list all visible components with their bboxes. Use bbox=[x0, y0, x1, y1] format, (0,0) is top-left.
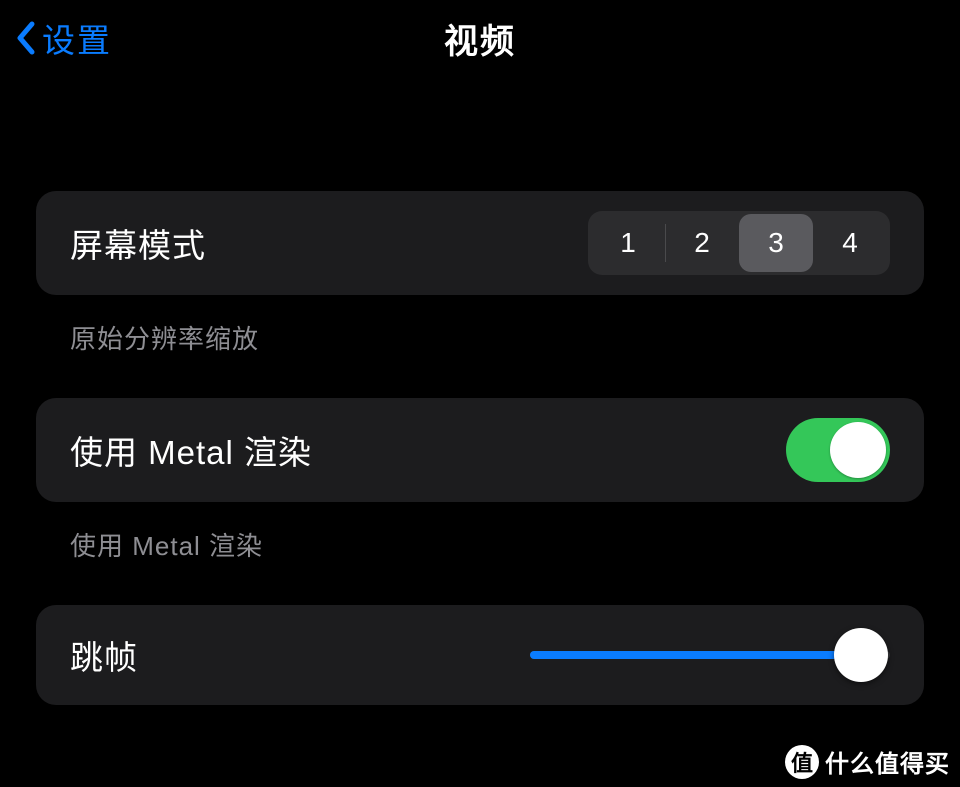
watermark-badge-icon: 值 bbox=[785, 745, 819, 779]
screen-mode-option-4[interactable]: 4 bbox=[813, 214, 887, 272]
watermark-text: 什么值得买 bbox=[825, 744, 950, 779]
screen-mode-option-2[interactable]: 2 bbox=[665, 214, 739, 272]
screen-mode-footnote: 原始分辨率缩放 bbox=[70, 319, 924, 356]
group-frameskip: 跳帧 bbox=[36, 605, 924, 705]
screen-mode-option-1[interactable]: 1 bbox=[591, 214, 665, 272]
row-frameskip: 跳帧 bbox=[36, 605, 924, 705]
row-screen-mode: 屏幕模式 1 2 3 4 bbox=[36, 191, 924, 295]
back-button[interactable]: 设置 bbox=[14, 14, 112, 62]
page-title: 视频 bbox=[444, 14, 516, 63]
frameskip-slider[interactable] bbox=[530, 634, 890, 676]
slider-track-fill bbox=[530, 651, 861, 659]
nav-bar: 设置 视频 bbox=[0, 0, 960, 76]
row-metal: 使用 Metal 渲染 bbox=[36, 398, 924, 502]
slider-thumb[interactable] bbox=[834, 628, 888, 682]
group-metal: 使用 Metal 渲染 使用 Metal 渲染 bbox=[36, 398, 924, 563]
group-screen-mode: 屏幕模式 1 2 3 4 原始分辨率缩放 bbox=[36, 191, 924, 356]
screen-mode-segmented[interactable]: 1 2 3 4 bbox=[588, 211, 890, 275]
toggle-knob bbox=[830, 422, 886, 478]
frameskip-label: 跳帧 bbox=[70, 631, 138, 679]
screen-mode-label: 屏幕模式 bbox=[70, 219, 206, 267]
screen-mode-option-3[interactable]: 3 bbox=[739, 214, 813, 272]
back-label: 设置 bbox=[42, 14, 112, 62]
chevron-left-icon bbox=[14, 20, 36, 56]
metal-toggle[interactable] bbox=[786, 418, 890, 482]
content: 屏幕模式 1 2 3 4 原始分辨率缩放 使用 Metal 渲染 使用 Meta… bbox=[0, 191, 960, 705]
watermark: 值 什么值得买 bbox=[785, 744, 950, 779]
metal-footnote: 使用 Metal 渲染 bbox=[70, 526, 924, 563]
metal-label: 使用 Metal 渲染 bbox=[70, 426, 312, 474]
